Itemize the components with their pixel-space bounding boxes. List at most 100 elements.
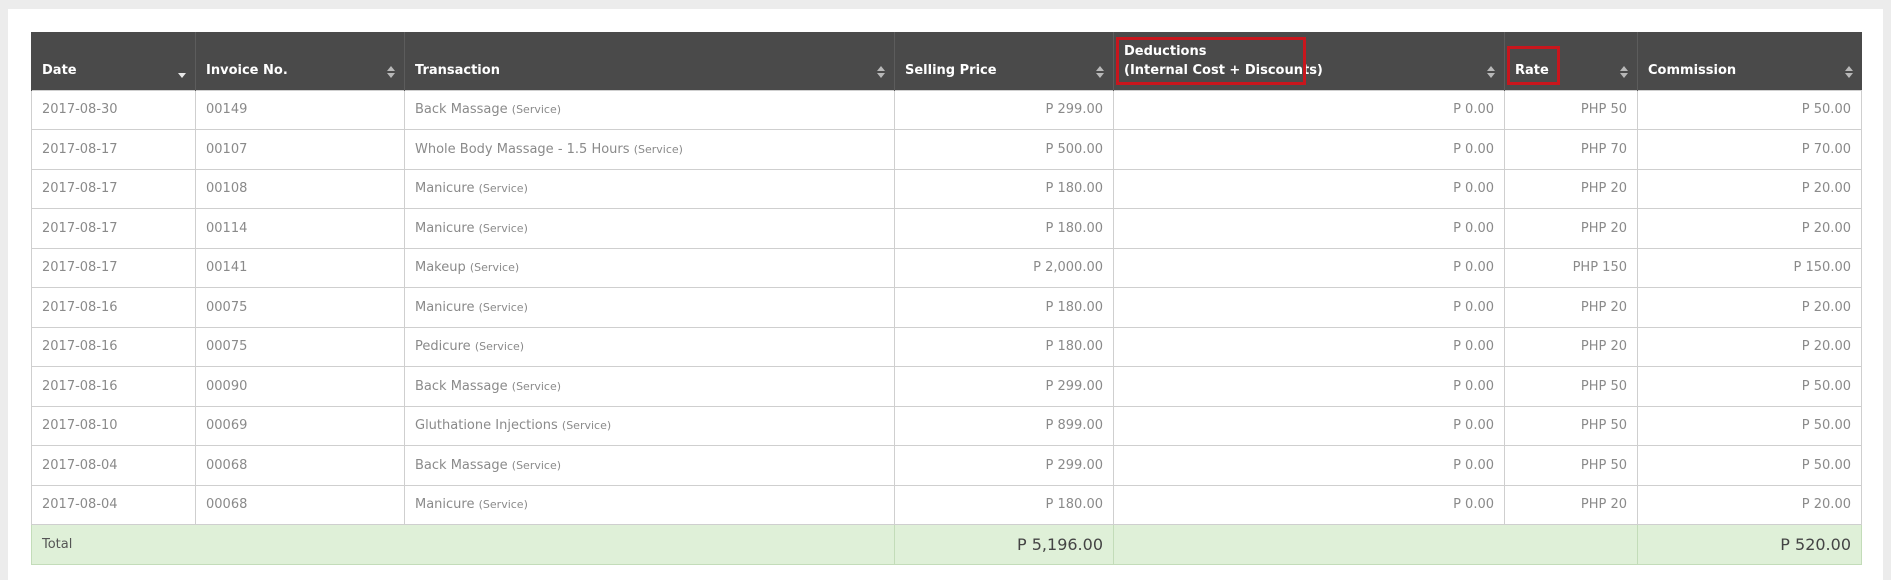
cell-transaction: Manicure (Service) (404, 168, 895, 209)
cell-commission: P 70.00 (1637, 129, 1862, 170)
transaction-type: (Service) (511, 458, 562, 472)
total-row: Total P 5,196.00 P 520.00 (31, 524, 1862, 565)
cell-invoice: 00075 (195, 326, 405, 367)
cell-selling-price: P 180.00 (894, 287, 1114, 328)
cell-invoice: 00068 (195, 484, 405, 525)
cell-deductions: P 0.00 (1113, 247, 1505, 288)
transaction-item: Back Massage (415, 102, 508, 118)
table-row: 2017-08-17 00107 Whole Body Massage - 1.5 … (31, 129, 1862, 170)
cell-selling-price: P 899.00 (894, 405, 1114, 446)
table-footer: Total P 5,196.00 P 520.00 (31, 524, 1862, 565)
column-header-date[interactable]: Date (31, 32, 196, 90)
column-header-label: Selling Price (905, 62, 997, 78)
transaction-type: (Service) (478, 182, 528, 196)
cell-transaction: Manicure (Service) (404, 287, 895, 328)
column-header-deductions[interactable]: Deductions (Internal Cost + Discounts) (1113, 32, 1505, 90)
transaction-type: (Service) (633, 142, 683, 156)
cell-selling-price: P 500.00 (894, 129, 1114, 170)
total-label: Total (31, 524, 895, 565)
cell-invoice: 00149 (195, 89, 405, 130)
cell-selling-price: P 299.00 (894, 445, 1114, 486)
transaction-item: Manicure (415, 497, 475, 513)
cell-commission: P 20.00 (1637, 287, 1862, 328)
cell-deductions: P 0.00 (1113, 366, 1505, 407)
column-header-rate[interactable]: Rate (1504, 32, 1638, 90)
column-header-selling-price[interactable]: Selling Price (894, 32, 1114, 90)
column-header-invoice[interactable]: Invoice No. (195, 32, 405, 90)
cell-invoice: 00107 (195, 129, 405, 170)
column-header-transaction[interactable]: Transaction (404, 32, 895, 90)
transaction-type: (Service) (469, 261, 520, 275)
cell-selling-price: P 180.00 (894, 208, 1114, 249)
cell-commission: P 20.00 (1637, 484, 1862, 525)
cell-rate: PHP 20 (1504, 287, 1638, 328)
transaction-type: (Service) (474, 340, 525, 354)
transaction-type: (Service) (511, 103, 562, 117)
cell-commission: P 20.00 (1637, 208, 1862, 249)
cell-date: 2017-08-16 (31, 287, 196, 328)
cell-rate: PHP 20 (1504, 208, 1638, 249)
table-row: 2017-08-16 00075 Pedicure (Service) P 180.0… (31, 326, 1862, 367)
cell-transaction: Back Massage (Service) (404, 89, 895, 130)
cell-date: 2017-08-17 (31, 247, 196, 288)
cell-rate: PHP 20 (1504, 168, 1638, 209)
cell-commission: P 20.00 (1637, 168, 1862, 209)
transaction-type: (Service) (478, 300, 528, 314)
cell-transaction: Back Massage (Service) (404, 445, 895, 486)
table-row: 2017-08-16 00075 Manicure (Service) P 180.0… (31, 287, 1862, 328)
cell-invoice: 00069 (195, 405, 405, 446)
transaction-item: Gluthatione Injections (415, 418, 558, 434)
cell-transaction: Manicure (Service) (404, 484, 895, 525)
column-header-label: Date (42, 62, 77, 78)
cell-transaction: Manicure (Service) (404, 208, 895, 249)
cell-transaction: Back Massage (Service) (404, 366, 895, 407)
cell-commission: P 50.00 (1637, 405, 1862, 446)
cell-selling-price: P 299.00 (894, 89, 1114, 130)
sort-desc-icon (178, 65, 187, 79)
cell-rate: PHP 50 (1504, 366, 1638, 407)
cell-date: 2017-08-04 (31, 484, 196, 525)
table-row: 2017-08-16 00090 Back Massage (Service) P 2… (31, 366, 1862, 407)
transaction-item: Back Massage (415, 378, 508, 394)
column-header-label: Deductions (1124, 43, 1207, 59)
transaction-type: (Service) (478, 498, 528, 512)
cell-commission: P 50.00 (1637, 89, 1862, 130)
cell-transaction: Gluthatione Injections (Service) (404, 405, 895, 446)
cell-rate: PHP 70 (1504, 129, 1638, 170)
cell-deductions: P 0.00 (1113, 168, 1505, 209)
cell-date: 2017-08-04 (31, 445, 196, 486)
transaction-type: (Service) (511, 379, 562, 393)
cell-date: 2017-08-17 (31, 208, 196, 249)
sort-both-icon (1620, 65, 1629, 79)
column-header-label: Rate (1515, 62, 1549, 78)
sort-both-icon (387, 65, 396, 79)
column-header-label: Invoice No. (206, 62, 288, 78)
table-row: 2017-08-04 00068 Manicure (Service) P 180.0… (31, 484, 1862, 525)
cell-invoice: 00068 (195, 445, 405, 486)
column-header-label: Transaction (415, 62, 500, 78)
cell-transaction: Makeup (Service) (404, 247, 895, 288)
cell-date: 2017-08-17 (31, 168, 196, 209)
cell-selling-price: P 180.00 (894, 326, 1114, 367)
cell-deductions: P 0.00 (1113, 405, 1505, 446)
column-header-label: Commission (1648, 62, 1737, 78)
cell-deductions: P 0.00 (1113, 89, 1505, 130)
table-row: 2017-08-10 00069 Gluthatione Injections (S… (31, 405, 1862, 446)
transaction-item: Manicure (415, 299, 475, 315)
cell-invoice: 00114 (195, 208, 405, 249)
cell-rate: PHP 50 (1504, 405, 1638, 446)
cell-selling-price: P 299.00 (894, 366, 1114, 407)
cell-date: 2017-08-16 (31, 366, 196, 407)
cell-deductions: P 0.00 (1113, 208, 1505, 249)
cell-deductions: P 0.00 (1113, 445, 1505, 486)
table-row: 2017-08-17 00108 Manicure (Service) P 180.0… (31, 168, 1862, 209)
cell-commission: P 20.00 (1637, 326, 1862, 367)
sort-both-icon (1844, 65, 1854, 79)
column-header-commission[interactable]: Commission (1637, 32, 1862, 90)
cell-transaction: Whole Body Massage - 1.5 Hours (Service) (404, 129, 895, 170)
table-row: 2017-08-30 00149 Back Massage (Service) P 2… (31, 89, 1862, 130)
transaction-type: (Service) (478, 221, 528, 235)
column-header-sublabel: (Internal Cost + Discounts) (1124, 62, 1323, 78)
cell-date: 2017-08-30 (31, 89, 196, 130)
transaction-item: Back Massage (415, 457, 508, 473)
